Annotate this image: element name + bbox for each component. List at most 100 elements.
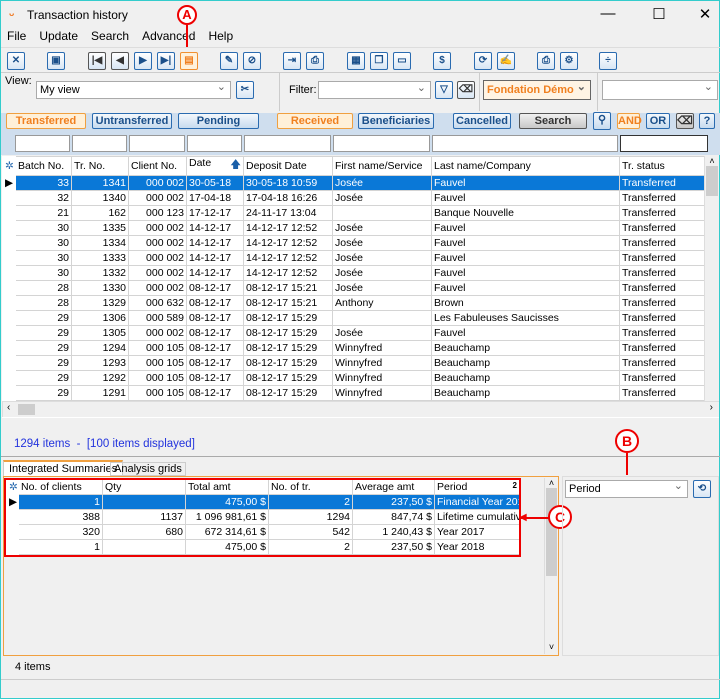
previous-record-icon[interactable]: ◀ bbox=[111, 52, 129, 70]
tab-integrated-summaries[interactable]: Integrated Summaries bbox=[3, 460, 124, 476]
cell: Josée bbox=[332, 265, 432, 281]
organization-select[interactable]: Fondation Démo bbox=[483, 78, 591, 100]
receipt-icon[interactable]: $ bbox=[433, 52, 451, 70]
first-name-filter-input[interactable] bbox=[333, 135, 430, 152]
received-button[interactable]: Received bbox=[277, 113, 353, 129]
and-button[interactable]: AND bbox=[617, 113, 642, 129]
cell: 14-12-17 12:52 bbox=[243, 235, 333, 251]
grid-status: 1294 items - [100 items displayed] bbox=[14, 438, 195, 450]
report-icon[interactable]: ▦ bbox=[347, 52, 365, 70]
document-icon[interactable]: ⎙ bbox=[306, 52, 324, 70]
refresh-icon[interactable]: ⟳ bbox=[474, 52, 492, 70]
write-icon[interactable]: ✍ bbox=[497, 52, 515, 70]
table-row[interactable]: 29 1306 000 589 08-12-17 08-12-17 15:29 Les F… bbox=[2, 310, 706, 326]
col-tr-status[interactable]: Tr. status bbox=[619, 156, 706, 176]
table-row[interactable]: 29 1294 000 105 08-12-17 08-12-17 15:29 Winny… bbox=[2, 340, 706, 356]
row-indicator: ▶ bbox=[2, 175, 16, 191]
tools-icon[interactable]: ✂ bbox=[236, 81, 254, 99]
summary-scrollbar[interactable]: ˄ ˅ bbox=[544, 478, 558, 654]
export-icon[interactable]: ⇥ bbox=[283, 52, 301, 70]
menu-bar: File Update Search Advanced Help bbox=[7, 29, 233, 45]
table-row[interactable]: 28 1329 000 632 08-12-17 08-12-17 15:21 Antho… bbox=[2, 295, 706, 311]
table-row[interactable]: 29 1291 000 105 08-12-17 08-12-17 15:29 Winny… bbox=[2, 385, 706, 401]
deposit-filter-input[interactable] bbox=[244, 135, 331, 152]
or-button[interactable]: OR bbox=[646, 113, 670, 129]
minimize-button[interactable]: — bbox=[593, 5, 623, 22]
table-row[interactable]: 30 1332 000 002 14-12-17 14-12-17 12:52 Josée… bbox=[2, 265, 706, 281]
close-button[interactable]: ✕ bbox=[690, 5, 720, 23]
vertical-scrollbar[interactable]: ˄ bbox=[704, 156, 719, 401]
cancel-icon[interactable]: ⊘ bbox=[243, 52, 261, 70]
cancelled-button[interactable]: Cancelled bbox=[453, 113, 511, 129]
pending-button[interactable]: Pending bbox=[178, 113, 259, 129]
cell: 1291 bbox=[71, 385, 129, 401]
table-row[interactable]: ▶ 33 1341 000 002 30-05-18 30-05-18 10:59 José… bbox=[2, 175, 706, 191]
annotation-b-arrow bbox=[626, 453, 628, 475]
first-record-icon[interactable]: |◀ bbox=[88, 52, 106, 70]
group-by-select[interactable]: Period bbox=[565, 478, 688, 498]
client-filter-input[interactable] bbox=[129, 135, 185, 152]
batch-filter-input[interactable] bbox=[15, 135, 70, 152]
cell: 1294 bbox=[71, 340, 129, 356]
last-record-icon[interactable]: ▶| bbox=[157, 52, 175, 70]
cell: 1329 bbox=[71, 295, 129, 311]
menu-file[interactable]: File bbox=[7, 29, 26, 45]
col-first-name[interactable]: First name/Service bbox=[332, 156, 432, 176]
next-record-icon[interactable]: ▶ bbox=[134, 52, 152, 70]
help-button[interactable]: ? bbox=[699, 113, 715, 129]
col-deposit-date[interactable]: Deposit Date bbox=[243, 156, 333, 176]
table-row[interactable]: 29 1292 000 105 08-12-17 08-12-17 15:29 Winny… bbox=[2, 370, 706, 386]
search-button[interactable]: Search bbox=[519, 113, 587, 129]
copy-icon[interactable]: ❐ bbox=[370, 52, 388, 70]
menu-help[interactable]: Help bbox=[208, 29, 233, 45]
col-last-name[interactable]: Last name/Company bbox=[431, 156, 620, 176]
cell: 000 002 bbox=[128, 325, 187, 341]
menu-update[interactable]: Update bbox=[39, 29, 78, 45]
table-row[interactable]: 29 1305 000 002 08-12-17 08-12-17 15:29 Josée… bbox=[2, 325, 706, 341]
cell: Transferred bbox=[619, 310, 706, 326]
col-date[interactable]: Date 🡅 bbox=[186, 156, 244, 176]
apply-grouping-icon[interactable]: ⟲ bbox=[693, 480, 711, 498]
horizontal-scrollbar[interactable]: ‹ › bbox=[2, 401, 719, 417]
grid-view-icon[interactable]: ▤ bbox=[180, 52, 198, 70]
table-row[interactable]: 28 1330 000 002 08-12-17 08-12-17 15:21 Josée… bbox=[2, 280, 706, 296]
print-icon[interactable]: ⎙ bbox=[537, 52, 555, 70]
col-batch-no[interactable]: Batch No. bbox=[15, 156, 72, 176]
maximize-button[interactable]: ☐ bbox=[644, 5, 674, 23]
print-settings-icon[interactable]: ⚙ bbox=[560, 52, 578, 70]
cell: Brown bbox=[431, 295, 620, 311]
table-row[interactable]: 30 1335 000 002 14-12-17 14-12-17 12:52 Josée… bbox=[2, 220, 706, 236]
tr-filter-input[interactable] bbox=[72, 135, 127, 152]
folder-icon[interactable]: ▭ bbox=[393, 52, 411, 70]
view-select[interactable]: My view bbox=[36, 79, 231, 99]
filter-funnel-icon[interactable]: ▽ bbox=[435, 81, 453, 99]
cell: 000 105 bbox=[128, 370, 187, 386]
beneficiaries-button[interactable]: Beneficiaries bbox=[358, 113, 434, 129]
calculator-icon[interactable]: ÷ bbox=[599, 52, 617, 70]
menu-search[interactable]: Search bbox=[91, 29, 129, 45]
table-row[interactable]: 29 1293 000 105 08-12-17 08-12-17 15:29 Winny… bbox=[2, 355, 706, 371]
cell: 000 105 bbox=[128, 355, 187, 371]
transferred-button[interactable]: Transferred bbox=[6, 113, 86, 129]
table-row[interactable]: 30 1333 000 002 14-12-17 14-12-17 12:52 Josée… bbox=[2, 250, 706, 266]
filter-select[interactable] bbox=[318, 79, 431, 99]
search-options-icon[interactable]: ⚲ bbox=[593, 112, 611, 130]
tab-analysis-grids[interactable]: Analysis grids bbox=[110, 462, 186, 476]
col-tr-no[interactable]: Tr. No. bbox=[71, 156, 129, 176]
secondary-select[interactable] bbox=[602, 78, 718, 100]
close-icon[interactable]: ✕ bbox=[7, 52, 25, 70]
date-filter-input[interactable] bbox=[187, 135, 242, 152]
save-icon[interactable]: ▣ bbox=[47, 52, 65, 70]
eraser-icon[interactable]: ⌫ bbox=[457, 81, 475, 99]
untransferred-button[interactable]: Untransferred bbox=[92, 113, 172, 129]
table-row[interactable]: 30 1334 000 002 14-12-17 14-12-17 12:52 Josée… bbox=[2, 235, 706, 251]
status-filter-input[interactable] bbox=[620, 135, 708, 152]
clear-filter-icon[interactable]: ⌫ bbox=[676, 113, 694, 129]
grid-settings-icon[interactable]: ✲ bbox=[2, 156, 16, 176]
col-client-no[interactable]: Client No. bbox=[128, 156, 187, 176]
group-by-value: Period bbox=[569, 483, 601, 495]
table-row[interactable]: 21 162 000 123 17-12-17 24-11-17 13:04 Banque… bbox=[2, 205, 706, 221]
edit-icon[interactable]: ✎ bbox=[220, 52, 238, 70]
last-name-filter-input[interactable] bbox=[432, 135, 618, 152]
table-row[interactable]: 32 1340 000 002 17-04-18 17-04-18 16:26 Josée… bbox=[2, 190, 706, 206]
